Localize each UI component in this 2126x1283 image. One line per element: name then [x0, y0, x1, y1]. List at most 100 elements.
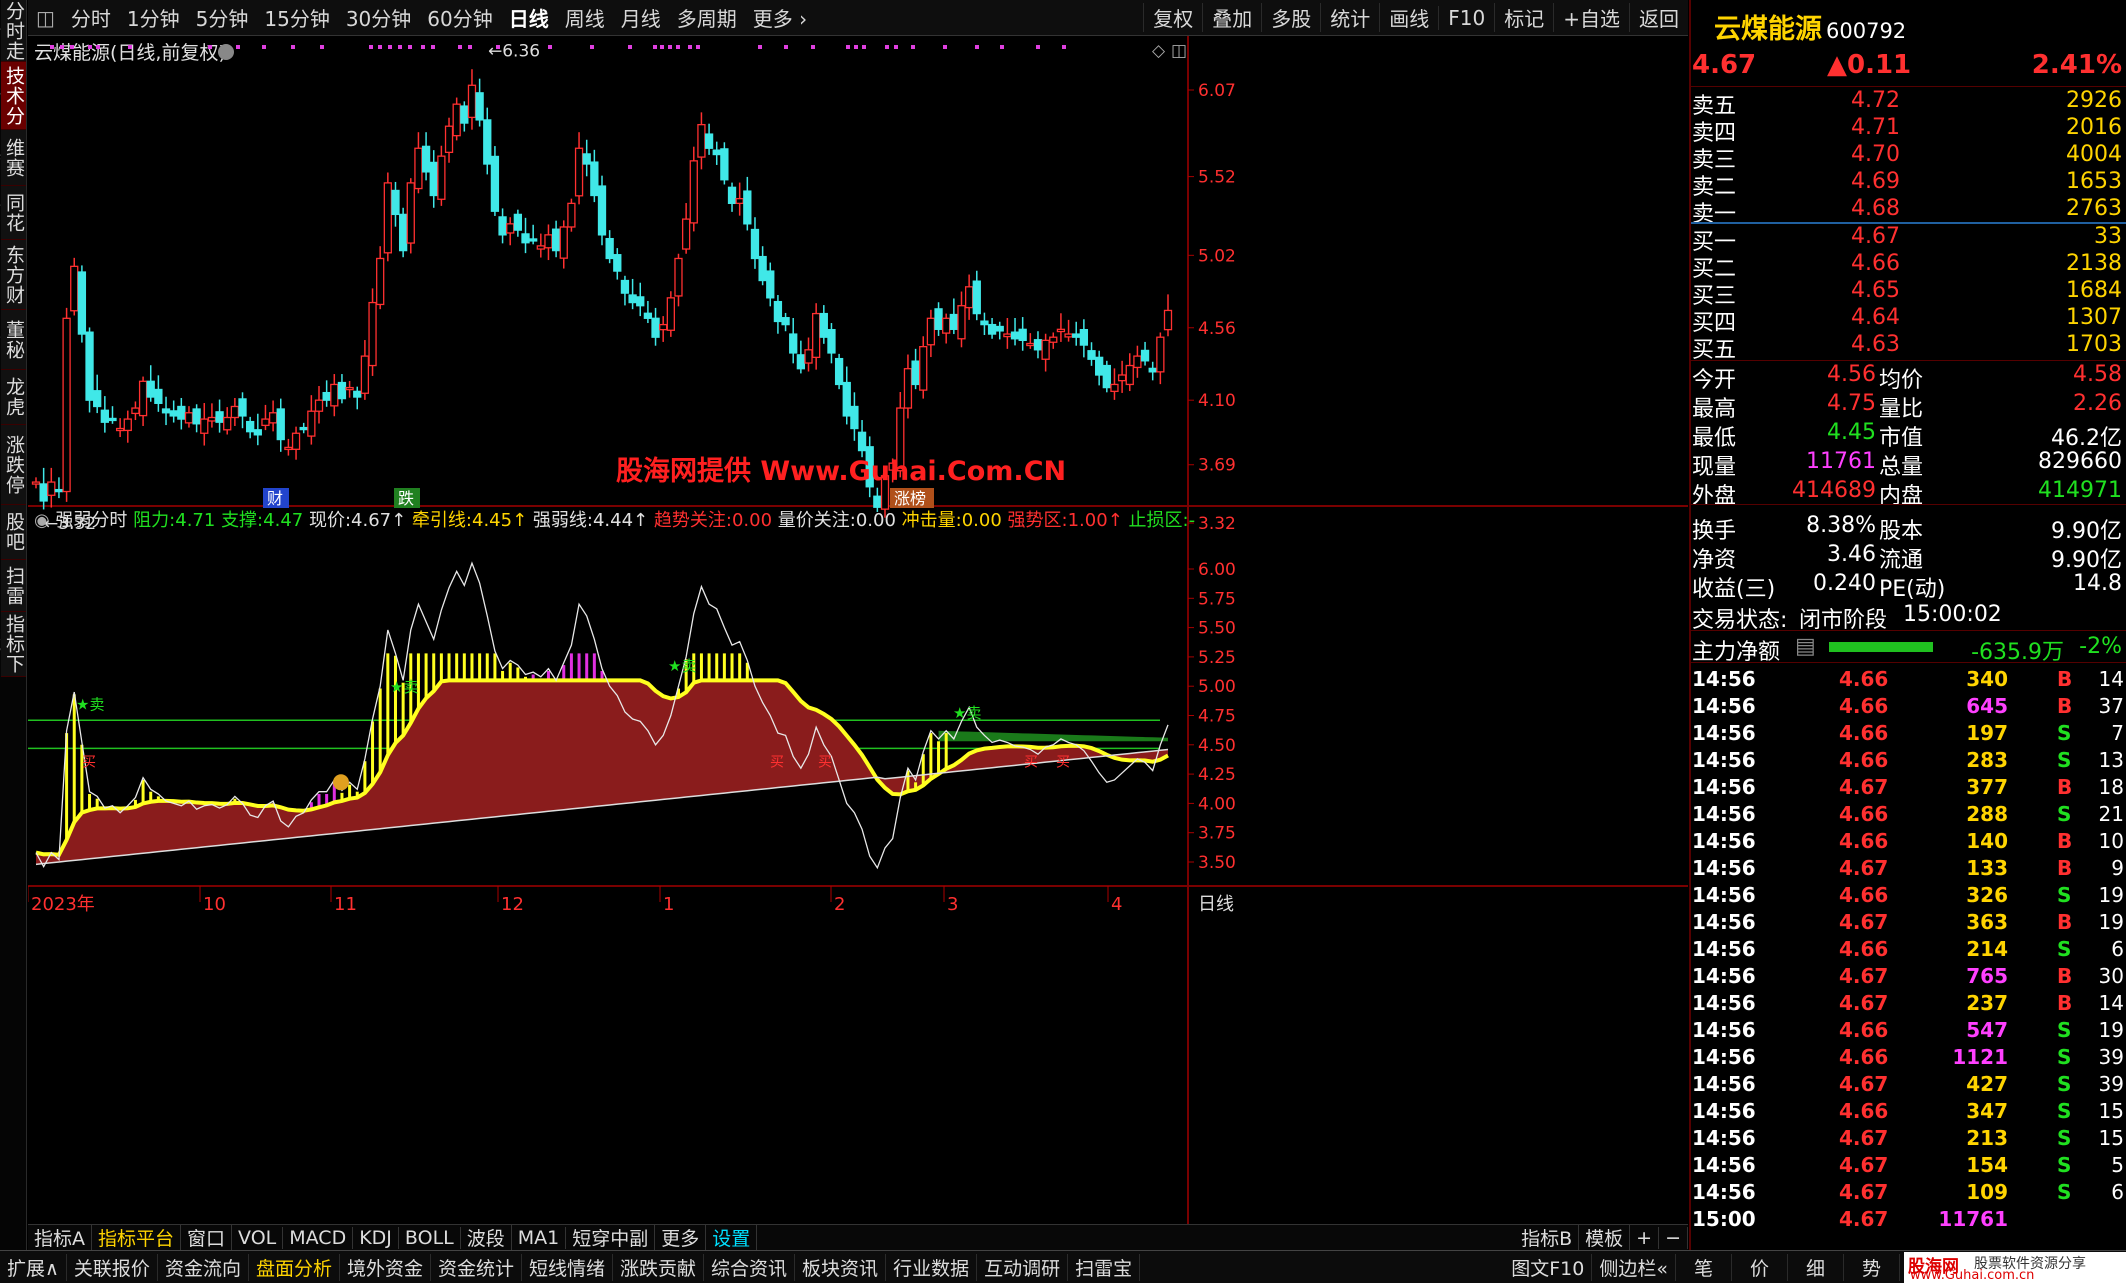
- indicator-tab[interactable]: BOLL: [399, 1226, 461, 1249]
- bottom-tab[interactable]: 盘面分析: [249, 1253, 340, 1281]
- period-tab[interactable]: 月线: [613, 3, 669, 32]
- indicator-item-value: 4.47: [263, 510, 309, 531]
- toolbar-action[interactable]: 多股: [1261, 3, 1320, 32]
- bottom-tab[interactable]: 扩展∧: [0, 1253, 67, 1281]
- bottom-right-tab[interactable]: 图文F10: [1504, 1253, 1593, 1281]
- toolbar-action[interactable]: 统计: [1320, 3, 1379, 32]
- bottom-tab[interactable]: 短线情绪: [522, 1253, 614, 1281]
- candle-body: [750, 228, 760, 260]
- toolbar-action[interactable]: 画线: [1379, 3, 1438, 32]
- bottom-tab[interactable]: 板块资讯: [795, 1253, 887, 1281]
- sidebar-item[interactable]: 技术分析: [0, 62, 26, 130]
- indicator-options-icon[interactable]: ◉: [34, 510, 55, 531]
- indicator-tab[interactable]: 更多: [655, 1224, 707, 1251]
- net-flow-toggle-icon[interactable]: ▤: [1795, 634, 1816, 659]
- sidebar-item[interactable]: 东方财富: [0, 240, 26, 310]
- candle-body: [460, 105, 469, 124]
- candle-body: [636, 296, 645, 307]
- x-tick-label: 2023年: [31, 894, 95, 915]
- toolbar-action[interactable]: F10: [1438, 5, 1494, 30]
- indicator-tab[interactable]: 波段: [461, 1224, 512, 1251]
- bottom-tab[interactable]: 境外资金: [340, 1253, 431, 1281]
- x-tick-label: 2: [834, 894, 845, 915]
- period-tab[interactable]: 更多 ›: [745, 3, 815, 32]
- period-tab[interactable]: 多周期: [669, 3, 745, 32]
- bottom-tab[interactable]: 资金统计: [431, 1253, 522, 1281]
- toolbar-action[interactable]: 复权: [1143, 3, 1202, 32]
- indicator-tab[interactable]: 设置: [706, 1224, 758, 1251]
- period-tab[interactable]: 30分钟: [338, 3, 419, 32]
- trade-status-row: 交易状态: 闭市阶段 15:00:02: [1691, 602, 2126, 633]
- event-dot: [320, 45, 324, 49]
- tick-count: 30: [2098, 964, 2124, 988]
- period-tab[interactable]: 15分钟: [256, 3, 337, 32]
- bottom-right-tab[interactable]: 价: [1732, 1253, 1788, 1281]
- x-tick-label: 11: [334, 894, 357, 915]
- sidebar-item[interactable]: 维赛特: [0, 130, 26, 186]
- ask-volume: 4004: [2066, 142, 2122, 167]
- indicator-tab[interactable]: MA1: [512, 1226, 567, 1249]
- indicator-tab-right[interactable]: −: [1659, 1226, 1688, 1249]
- bottom-right-tab[interactable]: 笔: [1676, 1253, 1732, 1281]
- toolbar-action[interactable]: 标记: [1494, 3, 1553, 32]
- sidebar-item[interactable]: 指标下载: [0, 612, 26, 677]
- indicator-tab[interactable]: MACD: [283, 1226, 354, 1249]
- toolbar-action[interactable]: +自选: [1553, 3, 1629, 32]
- indicator-tab[interactable]: 短穿中副: [566, 1224, 656, 1251]
- toolbar-action[interactable]: 叠加: [1202, 3, 1261, 32]
- window-icon[interactable]: ◫: [1171, 41, 1187, 61]
- bottom-tab[interactable]: 关联报价: [67, 1253, 158, 1281]
- period-tab[interactable]: 分时: [63, 3, 119, 32]
- tick-price: 4.66: [1839, 667, 1889, 691]
- candle-body: [697, 123, 706, 158]
- toolbar-action[interactable]: 返回: [1629, 3, 1688, 32]
- indicator-tab[interactable]: 窗口: [181, 1224, 233, 1251]
- indicator-tab-right[interactable]: +: [1630, 1226, 1660, 1249]
- bottom-right-tab[interactable]: 细: [1788, 1253, 1844, 1281]
- candle-body: [659, 323, 668, 331]
- bottom-tab[interactable]: 互动调研: [977, 1253, 1069, 1281]
- candle-body: [1018, 328, 1027, 342]
- bottom-right-tab[interactable]: 侧边栏«: [1592, 1253, 1676, 1281]
- sidebar-item[interactable]: 董秘互动: [0, 310, 26, 370]
- sidebar-item[interactable]: 扫雷宝: [0, 560, 26, 612]
- buy-signal: 买: [770, 755, 784, 771]
- sidebar-item[interactable]: 股吧: [1, 505, 26, 560]
- stat-row: 现量 11761 总量 829660: [1691, 449, 2126, 480]
- bottom-tab[interactable]: 扫雷宝: [1068, 1253, 1141, 1281]
- chart-options-icon[interactable]: [218, 44, 234, 60]
- period-tab[interactable]: 1分钟: [119, 3, 188, 32]
- indicator-tab[interactable]: KDJ: [353, 1226, 399, 1249]
- sidebar-item[interactable]: 分时走势: [0, 0, 26, 62]
- indicator-tab-right[interactable]: 指标B: [1515, 1224, 1580, 1251]
- candle-body: [383, 182, 392, 254]
- bottom-tab[interactable]: 资金流向: [158, 1253, 249, 1281]
- period-tab[interactable]: 日线: [501, 3, 557, 32]
- bottom-tab[interactable]: 行业数据: [886, 1253, 978, 1281]
- diamond-icon[interactable]: ◇: [1152, 41, 1166, 61]
- candle-body: [131, 407, 140, 415]
- bottom-tab[interactable]: 涨跌贡献: [613, 1253, 705, 1281]
- period-tab[interactable]: 周线: [557, 3, 613, 32]
- candle-body: [1087, 350, 1096, 360]
- candle-body: [590, 161, 599, 197]
- period-tab[interactable]: 60分钟: [419, 3, 500, 32]
- tick-row: 14:56 4.66 1121 S 39: [1691, 1045, 2126, 1072]
- layout-toggle-icon[interactable]: ◫: [28, 6, 63, 30]
- candle-body: [161, 408, 171, 414]
- stat-label: 股本: [1879, 519, 1924, 544]
- bottom-tab[interactable]: 综合资讯: [704, 1253, 796, 1281]
- sidebar-item[interactable]: 龙虎榜: [0, 370, 26, 425]
- chart-area[interactable]: 云煤能源(日线,前复权) ◇ ◫6.075.525.024.564.103.693.…: [28, 36, 1688, 1248]
- indicator-tab[interactable]: 指标A: [28, 1224, 92, 1251]
- last-price: 4.67: [1692, 50, 1757, 80]
- indicator-tab-right[interactable]: 模板: [1579, 1224, 1631, 1251]
- tick-side: S: [2057, 883, 2072, 907]
- sidebar-item[interactable]: 涨跌停原因: [0, 425, 26, 505]
- candle-body: [743, 190, 752, 225]
- sidebar-item[interactable]: 同花顺: [0, 186, 26, 240]
- indicator-tab[interactable]: VOL: [232, 1226, 284, 1249]
- indicator-tab[interactable]: 指标平台: [92, 1224, 182, 1251]
- period-tab[interactable]: 5分钟: [188, 3, 257, 32]
- bottom-right-tab[interactable]: 势: [1844, 1253, 1900, 1281]
